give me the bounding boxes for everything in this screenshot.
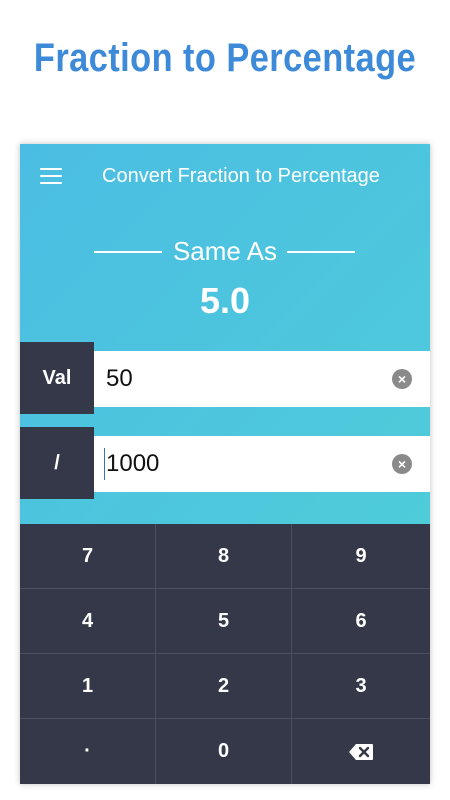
key-5[interactable]: 5 bbox=[156, 589, 292, 654]
app-bar: Convert Fraction to Percentage bbox=[20, 144, 430, 208]
numerator-value: 50 bbox=[106, 365, 133, 392]
divider-right bbox=[287, 251, 355, 253]
backspace-icon bbox=[349, 743, 373, 760]
app-screen: Convert Fraction to Percentage Same As 5… bbox=[20, 144, 430, 784]
denominator-row: / 1000 × bbox=[20, 427, 430, 499]
result-header: Same As bbox=[20, 236, 430, 268]
key-9[interactable]: 9 bbox=[292, 524, 430, 589]
clear-icon[interactable]: × bbox=[392, 369, 412, 389]
numerator-tag: Val bbox=[20, 342, 94, 414]
key-decimal[interactable]: · bbox=[20, 719, 156, 784]
key-8[interactable]: 8 bbox=[156, 524, 292, 589]
key-3[interactable]: 3 bbox=[292, 654, 430, 719]
clear-icon[interactable]: × bbox=[392, 454, 412, 474]
key-7[interactable]: 7 bbox=[20, 524, 156, 589]
key-6[interactable]: 6 bbox=[292, 589, 430, 654]
app-bar-title: Convert Fraction to Percentage bbox=[102, 165, 380, 187]
denominator-tag: / bbox=[20, 427, 94, 499]
text-cursor bbox=[104, 448, 105, 480]
hamburger-menu-icon[interactable] bbox=[40, 168, 62, 184]
backspace-button[interactable] bbox=[292, 719, 430, 784]
result-value: 5.0 bbox=[199, 280, 251, 321]
key-0[interactable]: 0 bbox=[156, 719, 292, 784]
hero-title: Fraction to Percentage bbox=[33, 36, 417, 80]
numerator-input[interactable]: 50 × bbox=[94, 351, 430, 407]
keypad: 7 8 9 4 5 6 1 2 3 · 0 bbox=[20, 524, 430, 784]
key-4[interactable]: 4 bbox=[20, 589, 156, 654]
denominator-input[interactable]: 1000 × bbox=[94, 436, 430, 492]
denominator-value: 1000 bbox=[106, 450, 160, 477]
key-2[interactable]: 2 bbox=[156, 654, 292, 719]
numerator-row: Val 50 × bbox=[20, 342, 430, 414]
result-label: Same As bbox=[172, 236, 278, 266]
key-1[interactable]: 1 bbox=[20, 654, 156, 719]
